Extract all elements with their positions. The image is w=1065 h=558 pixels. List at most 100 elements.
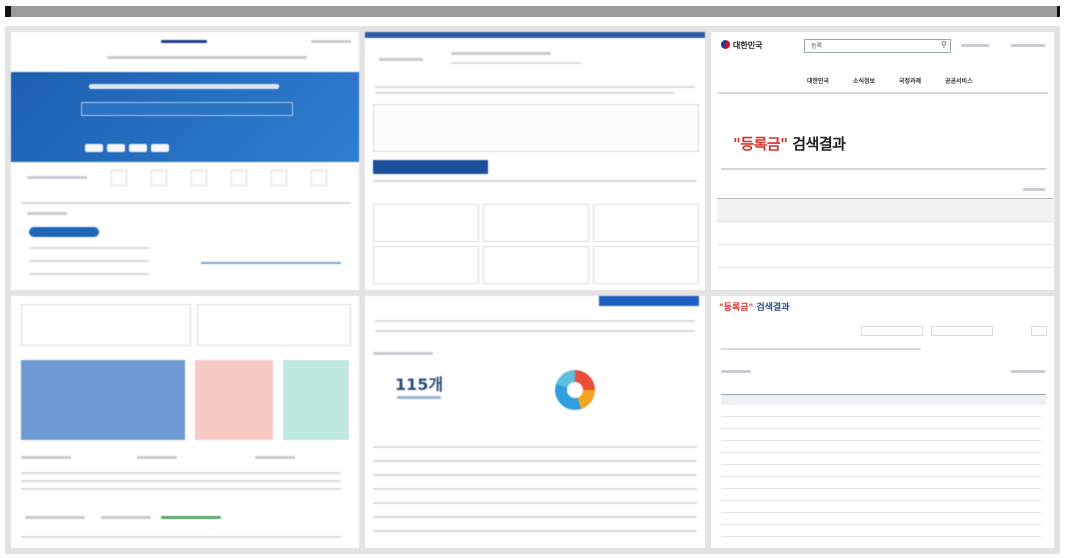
form-card[interactable] — [373, 246, 479, 284]
panel-service-form[interactable] — [365, 32, 705, 290]
filter-tabs[interactable] — [721, 348, 921, 350]
form-header-line — [451, 62, 581, 64]
form-card[interactable] — [593, 204, 699, 242]
service-icon[interactable] — [191, 170, 207, 186]
table-row[interactable] — [721, 524, 1041, 525]
table-row[interactable] — [721, 464, 1041, 465]
portal-service-heading — [27, 176, 87, 179]
form-card[interactable] — [593, 246, 699, 284]
news-heading — [255, 456, 295, 459]
table-row[interactable] — [721, 416, 1041, 417]
portal-search-input[interactable] — [81, 102, 293, 116]
portal-keyword-chip[interactable] — [129, 144, 147, 152]
stats-count: 115개 — [395, 375, 444, 394]
table-row[interactable] — [717, 221, 1053, 245]
form-logo — [379, 58, 423, 61]
search-icon[interactable]: ⚲ — [941, 40, 947, 49]
table-result-title: "등록금" 검색결과 — [719, 300, 789, 313]
form-top-strip — [365, 32, 705, 38]
service-icon[interactable] — [231, 170, 247, 186]
form-notice — [375, 86, 695, 88]
nav-item[interactable]: 대한민국 — [807, 76, 829, 85]
form-info-box — [373, 104, 699, 152]
panel-portal-home[interactable] — [11, 32, 359, 290]
portal-keyword-chip[interactable] — [107, 144, 125, 152]
stats-table-row[interactable] — [373, 502, 697, 504]
panel-promotions[interactable] — [11, 296, 359, 548]
promo-banner-pink[interactable] — [195, 360, 273, 440]
table-result-keyword: "등록금" — [719, 303, 754, 313]
top-bar — [5, 6, 1060, 17]
form-card[interactable] — [483, 246, 589, 284]
filter-select[interactable] — [861, 326, 923, 336]
footer-link[interactable] — [101, 516, 151, 519]
search-option-select[interactable] — [961, 44, 989, 47]
service-icon[interactable] — [111, 170, 127, 186]
table-row[interactable] — [721, 536, 1041, 537]
table-row[interactable] — [717, 244, 1053, 268]
footer-line — [21, 536, 341, 538]
table-row[interactable] — [721, 440, 1041, 441]
form-card[interactable] — [483, 204, 589, 242]
table-row[interactable] — [721, 488, 1041, 489]
table-header-row — [721, 394, 1046, 405]
result-count-label — [721, 370, 751, 373]
form-tab-active[interactable] — [373, 160, 488, 174]
sort-control[interactable] — [1011, 370, 1045, 373]
stats-table-row[interactable] — [373, 474, 697, 476]
stats-table-row[interactable] — [373, 530, 697, 532]
promo-banner-mint[interactable] — [283, 360, 349, 440]
portal-list-row[interactable] — [29, 273, 149, 275]
top-bar-right-cap — [1057, 6, 1060, 17]
table-row[interactable] — [721, 476, 1041, 477]
stats-filter-row[interactable] — [375, 330, 695, 332]
korea-emblem-icon — [721, 40, 730, 49]
nav-item[interactable]: 국정과제 — [899, 76, 921, 85]
table-result-suffix: 검색결과 — [753, 303, 790, 313]
table-row[interactable] — [717, 267, 1053, 290]
news-row[interactable] — [21, 472, 341, 474]
search-input[interactable]: 등록 — [804, 39, 951, 53]
stats-table-row[interactable] — [373, 460, 697, 462]
search-result-title: "등록금" 검색결과 — [733, 133, 846, 154]
panel-search-result[interactable]: 대한민국 등록 ⚲ 대한민국 소식정보 국정과제 공공서비스 "등록금" 검색결… — [711, 32, 1054, 290]
service-icon[interactable] — [311, 170, 327, 186]
category-filter-row[interactable] — [721, 168, 1046, 170]
portal-list-row[interactable] — [29, 247, 149, 249]
footer-link[interactable] — [161, 516, 221, 519]
stats-table-row[interactable] — [373, 516, 697, 518]
stats-table-row[interactable] — [373, 488, 697, 490]
promo-banner-blue[interactable] — [21, 360, 185, 440]
portal-keyword-chip[interactable] — [85, 144, 103, 152]
news-row[interactable] — [21, 480, 341, 482]
form-card[interactable] — [373, 204, 479, 242]
panel-table-result[interactable]: "등록금" 검색결과 — [711, 296, 1054, 548]
header-links[interactable] — [1011, 44, 1045, 47]
portal-tab-active[interactable] — [29, 227, 99, 237]
table-row[interactable] — [721, 500, 1041, 501]
news-row[interactable] — [21, 488, 341, 490]
header-divider — [717, 92, 1048, 94]
panel-statistics[interactable]: 115개 — [365, 296, 705, 548]
service-icon[interactable] — [271, 170, 287, 186]
portal-list-row[interactable] — [29, 260, 149, 262]
stats-filter-row[interactable] — [375, 320, 695, 322]
stats-tab-active[interactable] — [599, 296, 699, 306]
result-stats-table — [717, 198, 1053, 290]
filter-button[interactable] — [1031, 326, 1047, 336]
promo-card[interactable] — [197, 304, 351, 346]
more-button[interactable] — [1023, 188, 1045, 191]
form-notice — [375, 92, 675, 94]
nav-item[interactable]: 소식정보 — [853, 76, 875, 85]
table-row[interactable] — [721, 452, 1041, 453]
table-row[interactable] — [721, 512, 1041, 513]
promo-card[interactable] — [21, 304, 191, 346]
filter-select[interactable] — [931, 326, 993, 336]
table-row[interactable] — [721, 428, 1041, 429]
service-icon[interactable] — [151, 170, 167, 186]
stats-heading — [373, 352, 433, 355]
footer-link[interactable] — [25, 516, 85, 519]
portal-keyword-chip[interactable] — [151, 144, 169, 152]
nav-item[interactable]: 공공서비스 — [945, 76, 973, 85]
top-bar-left-cap — [5, 6, 11, 17]
